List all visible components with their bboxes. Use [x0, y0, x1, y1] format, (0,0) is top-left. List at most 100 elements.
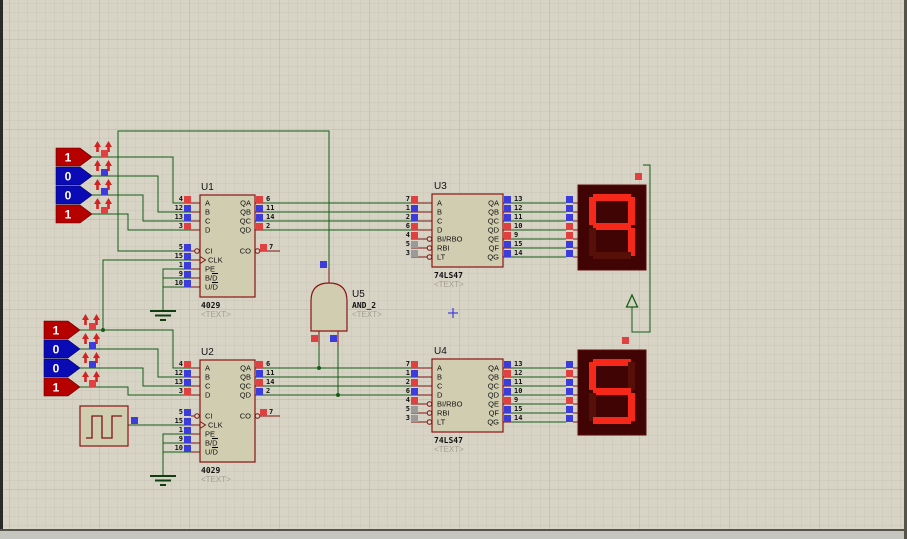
svg-text:10: 10 [514, 222, 522, 230]
svg-text:15: 15 [514, 405, 522, 413]
svg-text:13: 13 [514, 195, 522, 203]
svg-text:15: 15 [175, 417, 183, 425]
svg-text:CI: CI [205, 247, 213, 256]
svg-text:B: B [205, 373, 210, 382]
net-indicator [89, 342, 96, 349]
chip-text-placeholder: <TEXT> [352, 310, 382, 319]
svg-text:QE: QE [488, 235, 499, 244]
svg-text:QG: QG [487, 418, 499, 427]
svg-text:QA: QA [240, 364, 251, 373]
chip-ref: U3 [434, 181, 447, 192]
svg-text:6: 6 [406, 387, 410, 395]
logicstate-value: 1 [65, 208, 72, 222]
svg-text:3: 3 [179, 387, 183, 395]
net-indicator [89, 323, 96, 330]
chip-text-placeholder: <TEXT> [201, 475, 231, 484]
chip-part: 4029 [201, 466, 220, 475]
svg-text:1: 1 [179, 261, 183, 269]
chip-ref: U5 [352, 289, 365, 300]
svg-text:14: 14 [266, 378, 274, 386]
svg-text:14: 14 [514, 414, 522, 422]
svg-text:QF: QF [489, 244, 500, 253]
net-indicator [330, 335, 337, 342]
svg-text:7: 7 [406, 195, 410, 203]
svg-text:5: 5 [406, 405, 410, 413]
svg-text:B/D: B/D [205, 439, 218, 448]
net-indicator [89, 361, 96, 368]
svg-text:11: 11 [514, 213, 522, 221]
net-indicator [320, 261, 327, 268]
svg-text:QC: QC [488, 382, 500, 391]
svg-text:7: 7 [406, 360, 410, 368]
logicstate-value: 1 [53, 324, 60, 338]
svg-text:11: 11 [266, 204, 274, 212]
svg-text:10: 10 [514, 387, 522, 395]
schematic-editor-canvas[interactable]: 1 0 0 1 1 0 0 1 U1 4029 <TEXT> 4 A 12 B … [0, 0, 907, 539]
svg-text:2: 2 [406, 213, 410, 221]
svg-text:QA: QA [240, 199, 251, 208]
svg-text:3: 3 [406, 414, 410, 422]
logicstate-value: 0 [65, 189, 72, 203]
svg-text:13: 13 [514, 360, 522, 368]
seven-segment-display-upper[interactable] [566, 184, 647, 271]
svg-text:11: 11 [266, 369, 274, 377]
svg-text:CO: CO [240, 247, 251, 256]
svg-text:CLK: CLK [208, 421, 223, 430]
seven-segment-display-lower[interactable] [566, 349, 647, 436]
svg-text:QF: QF [489, 409, 500, 418]
svg-text:QB: QB [240, 208, 251, 217]
svg-text:9: 9 [514, 231, 518, 239]
logicstate-value: 0 [65, 170, 72, 184]
svg-text:A: A [437, 364, 442, 373]
svg-text:1: 1 [179, 426, 183, 434]
window-edge-bottom-strip[interactable] [0, 531, 907, 539]
svg-text:QC: QC [240, 382, 252, 391]
svg-text:LT: LT [437, 418, 446, 427]
svg-text:QD: QD [488, 226, 500, 235]
svg-text:9: 9 [514, 396, 518, 404]
svg-text:C: C [437, 382, 443, 391]
svg-text:BI/RBO: BI/RBO [437, 400, 463, 409]
svg-text:D: D [205, 391, 211, 400]
svg-text:D: D [437, 226, 443, 235]
svg-text:10: 10 [175, 279, 183, 287]
chip-text-placeholder: <TEXT> [434, 445, 464, 454]
svg-text:A: A [205, 199, 210, 208]
svg-text:6: 6 [266, 360, 270, 368]
svg-text:2: 2 [266, 222, 270, 230]
svg-text:4: 4 [406, 396, 410, 404]
svg-text:C: C [205, 382, 211, 391]
logicstate-value: 1 [65, 151, 72, 165]
svg-text:5: 5 [179, 408, 183, 416]
svg-text:1: 1 [406, 204, 410, 212]
svg-text:13: 13 [175, 378, 183, 386]
window-edge-bottom-line [0, 529, 907, 531]
svg-text:BI/RBO: BI/RBO [437, 235, 463, 244]
svg-text:U/D: U/D [205, 448, 219, 457]
svg-text:3: 3 [179, 222, 183, 230]
svg-text:LT: LT [437, 253, 446, 262]
net-indicator [101, 150, 108, 157]
svg-text:QB: QB [240, 373, 251, 382]
svg-text:13: 13 [175, 213, 183, 221]
svg-text:15: 15 [175, 252, 183, 260]
svg-text:PE: PE [205, 265, 215, 274]
svg-text:B/D: B/D [205, 274, 218, 283]
svg-text:A: A [437, 199, 442, 208]
svg-text:1: 1 [406, 369, 410, 377]
svg-text:QB: QB [488, 373, 499, 382]
chip-ref: U4 [434, 346, 447, 357]
svg-text:RBI: RBI [437, 409, 450, 418]
logicstate-value: 0 [53, 343, 60, 357]
net-indicator [101, 188, 108, 195]
svg-text:9: 9 [179, 435, 183, 443]
svg-text:15: 15 [514, 240, 522, 248]
svg-text:6: 6 [266, 195, 270, 203]
svg-text:QD: QD [488, 391, 500, 400]
window-edge-left [0, 0, 3, 539]
svg-text:B: B [437, 373, 442, 382]
chip-part: AND_2 [352, 301, 376, 310]
chip-text-placeholder: <TEXT> [201, 310, 231, 319]
svg-text:5: 5 [406, 240, 410, 248]
net-indicator [101, 169, 108, 176]
